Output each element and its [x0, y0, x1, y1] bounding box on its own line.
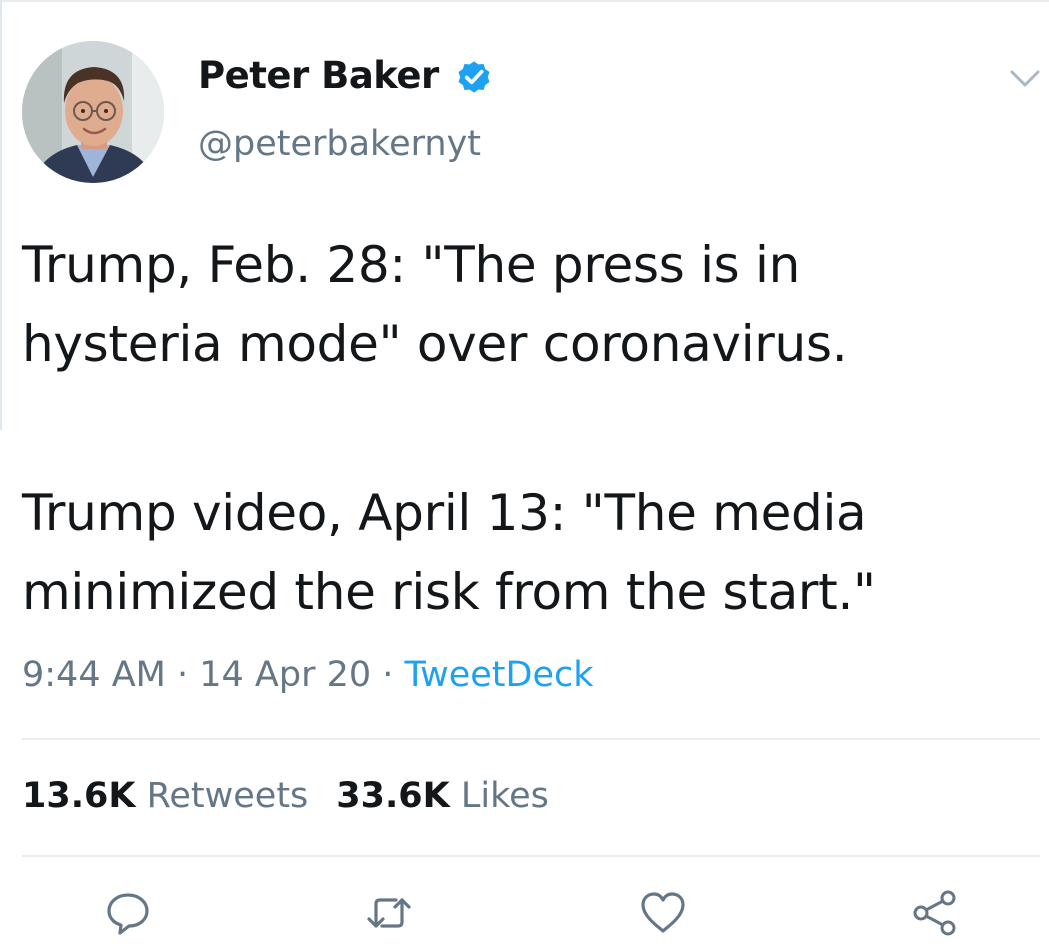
- tweet-time: 9:44 AM: [22, 655, 166, 695]
- likes-label: Likes: [460, 776, 549, 816]
- avatar-image: [22, 41, 164, 183]
- tweet-source-link[interactable]: TweetDeck: [405, 655, 594, 695]
- like-icon[interactable]: [638, 888, 688, 938]
- verified-badge-icon: [458, 61, 490, 93]
- retweets-label: Retweets: [146, 776, 309, 816]
- tweet-text-line: Trump video, April 13: "The media: [22, 484, 867, 542]
- left-border: [0, 0, 2, 430]
- retweet-icon[interactable]: [364, 888, 414, 938]
- meta-separator: ·: [371, 655, 405, 695]
- top-border: [0, 0, 1049, 2]
- likes-count: 33.6K: [336, 776, 450, 816]
- retweets-stat[interactable]: 13.6K Retweets: [22, 776, 308, 816]
- tweet-date: 14 Apr 20: [199, 655, 372, 695]
- divider: [22, 738, 1040, 740]
- tweet-meta: 9:44 AM · 14 Apr 20 · TweetDeck: [22, 655, 594, 695]
- tweet-stats: 13.6K Retweets 33.6K Likes: [22, 776, 549, 816]
- display-name[interactable]: Peter Baker: [198, 54, 439, 97]
- user-handle[interactable]: @peterbakernyt: [198, 124, 481, 164]
- divider: [22, 855, 1040, 857]
- tweet-text-line: hysteria mode" over coronavirus.: [22, 315, 848, 373]
- reply-icon[interactable]: [103, 888, 153, 938]
- tweet-text-line: Trump, Feb. 28: "The press is in: [22, 236, 800, 294]
- likes-stat[interactable]: 33.6K Likes: [336, 776, 549, 816]
- meta-separator: ·: [165, 655, 200, 695]
- chevron-down-icon[interactable]: [1008, 66, 1042, 92]
- retweets-count: 13.6K: [22, 776, 136, 816]
- share-icon[interactable]: [910, 888, 960, 938]
- avatar[interactable]: [22, 41, 164, 183]
- tweet-text-line: minimized the risk from the start.": [22, 563, 876, 621]
